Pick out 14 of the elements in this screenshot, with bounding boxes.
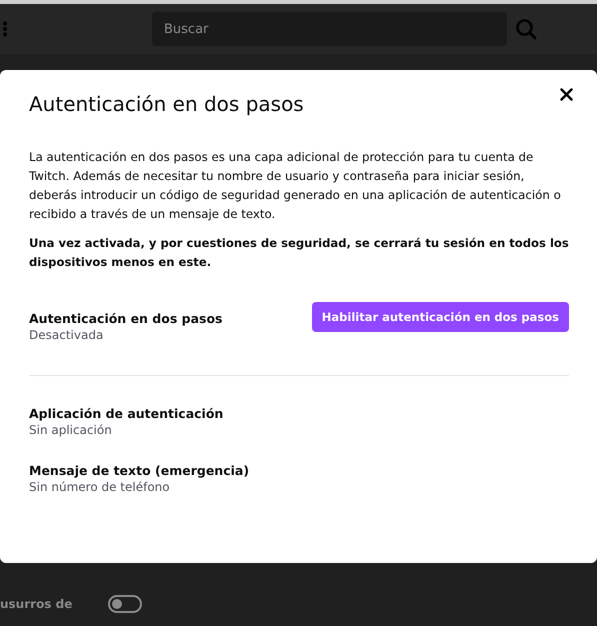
method-label: Aplicación de autenticación — [29, 405, 224, 422]
description-text: La autenticación en dos pasos es una capa adicional de protección para tu cuenta de Twitch. Además de necesitar tu nombre de usuario y contraseña para iniciar sesión, deberás introducir un código de seguridad generado en una aplicación de autenticación o recibido a través de un mensaje de texto. — [29, 149, 562, 223]
method-value: Sin número de teléfono — [29, 479, 171, 495]
setting-label: usurros de — [0, 597, 74, 611]
setting-value: Desactivada — [29, 327, 104, 343]
method-label: Mensaje de texto (emergencia) — [29, 462, 250, 479]
method-value: Sin aplicación — [29, 422, 113, 438]
search-field[interactable]: Buscar — [152, 12, 507, 46]
enable-button[interactable]: Habilitar autenticación en dos pasos — [312, 302, 569, 332]
setting-label: Autenticación en dos pasos — [29, 310, 222, 327]
close-icon[interactable] — [560, 88, 573, 101]
toggle-switch[interactable] — [108, 595, 142, 613]
warning-text: Una vez activada, y por cuestiones de seguridad, se cerrará tu sesión en todos los dispositivos menos en este. — [29, 235, 569, 271]
dialog-title: Autenticación en dos pasos — [29, 92, 304, 116]
